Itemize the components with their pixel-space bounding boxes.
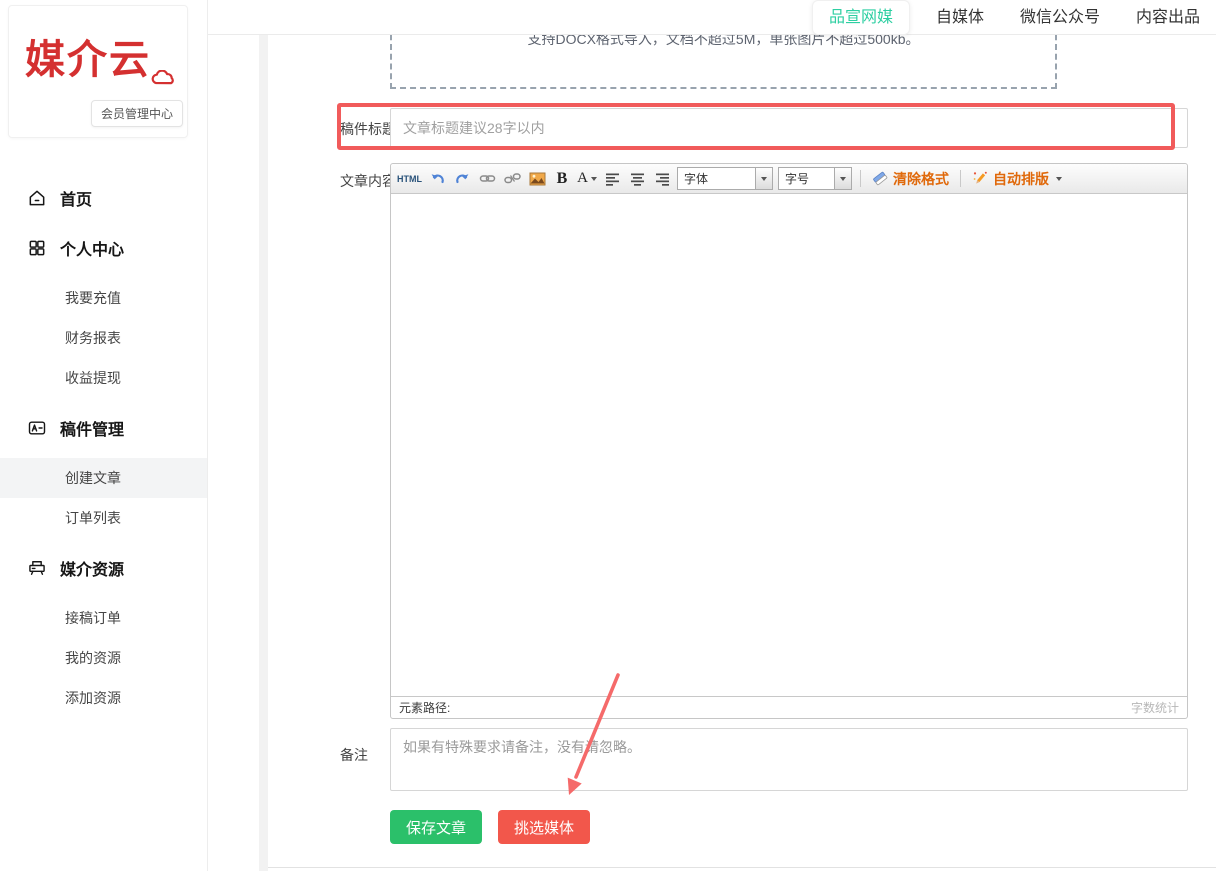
sidebar: 媒介云 会员管理中心 首页 个人中心 我要充值 财务报表 收益提现 稿件管理 创… bbox=[0, 0, 208, 871]
content-card-bottom-border bbox=[268, 867, 1216, 868]
select-arrow-button bbox=[834, 168, 851, 189]
content-field-label: 文章内容 bbox=[340, 171, 396, 191]
brand-logo-card[interactable]: 媒介云 会员管理中心 bbox=[8, 5, 188, 138]
sidebar-item-label: 媒介资源 bbox=[60, 556, 124, 580]
sidebar-item-manuscript-management[interactable]: 稿件管理 bbox=[0, 403, 207, 453]
grid-icon bbox=[26, 237, 48, 259]
sidebar-item-label: 个人中心 bbox=[60, 236, 124, 260]
toolbar-separator bbox=[860, 170, 861, 187]
tab-wechat-official[interactable]: 微信公众号 bbox=[1020, 1, 1100, 34]
insert-image-button[interactable] bbox=[527, 168, 547, 190]
chevron-down-icon bbox=[761, 177, 767, 181]
chevron-down-icon bbox=[840, 177, 846, 181]
member-center-badge: 会员管理中心 bbox=[91, 100, 183, 127]
editor-toolbar: HTML B A 字体 bbox=[391, 164, 1187, 194]
sidebar-item-label: 财务报表 bbox=[65, 328, 121, 348]
upload-dropzone[interactable]: 支持DOCX格式导入，文档不超过5M，单张图片不超过500kb。 bbox=[390, 35, 1057, 89]
undo-button[interactable] bbox=[427, 168, 447, 190]
clear-format-button[interactable]: 清除格式 bbox=[869, 168, 952, 190]
cloud-icon bbox=[151, 70, 177, 86]
image-icon bbox=[529, 172, 546, 186]
redo-icon bbox=[454, 170, 471, 187]
font-size-select[interactable]: 字号 bbox=[778, 167, 852, 190]
word-count-label: 字数统计 bbox=[1131, 699, 1179, 716]
html-label: HTML bbox=[397, 174, 422, 184]
title-input[interactable] bbox=[390, 108, 1188, 148]
brand-logo: 媒介云 bbox=[25, 40, 151, 80]
chevron-down-icon bbox=[1056, 177, 1062, 181]
title-field-label: 稿件标题 bbox=[340, 119, 396, 139]
tab-brand-web-media[interactable]: 品宣网媒 bbox=[812, 0, 910, 35]
tab-self-media[interactable]: 自媒体 bbox=[936, 1, 984, 34]
remark-textarea[interactable] bbox=[390, 728, 1188, 791]
select-arrow-button bbox=[755, 168, 772, 189]
sidebar-item-personal-center[interactable]: 个人中心 bbox=[0, 223, 207, 273]
font-color-glyph: A bbox=[577, 170, 588, 187]
toolbar-separator bbox=[960, 170, 961, 187]
sidebar-item-financial-report[interactable]: 财务报表 bbox=[0, 318, 207, 358]
sidebar-item-label: 首页 bbox=[60, 186, 92, 210]
link-icon bbox=[479, 170, 496, 187]
printer-icon bbox=[26, 557, 48, 579]
html-source-button[interactable]: HTML bbox=[397, 168, 422, 190]
sidebar-item-label: 稿件管理 bbox=[60, 416, 124, 440]
font-family-select[interactable]: 字体 bbox=[677, 167, 773, 190]
sidebar-item-label: 接稿订单 bbox=[65, 608, 121, 628]
sidebar-item-withdraw-income[interactable]: 收益提现 bbox=[0, 358, 207, 398]
align-left-button[interactable] bbox=[602, 168, 622, 190]
auto-format-button[interactable]: 自动排版 bbox=[969, 168, 1065, 190]
font-color-button[interactable]: A bbox=[577, 168, 597, 190]
sidebar-item-create-article[interactable]: 创建文章 bbox=[0, 458, 207, 498]
pick-media-button[interactable]: 挑选媒体 bbox=[498, 810, 590, 844]
align-center-icon bbox=[630, 172, 645, 186]
editor-statusbar: 元素路径: 字数统计 bbox=[391, 696, 1187, 718]
align-left-icon bbox=[605, 172, 620, 186]
eraser-icon bbox=[872, 170, 889, 187]
insert-link-button[interactable] bbox=[477, 168, 497, 190]
tab-content-production[interactable]: 内容出品 bbox=[1136, 1, 1200, 34]
sidebar-item-recharge[interactable]: 我要充值 bbox=[0, 278, 207, 318]
sidebar-item-label: 添加资源 bbox=[65, 688, 121, 708]
sidebar-item-order-list[interactable]: 订单列表 bbox=[0, 498, 207, 538]
sidebar-item-home[interactable]: 首页 bbox=[0, 173, 207, 223]
sidebar-item-my-resources[interactable]: 我的资源 bbox=[0, 638, 207, 678]
channel-tabs: 品宣网媒 自媒体 微信公众号 内容出品 bbox=[812, 0, 1216, 34]
bold-button[interactable]: B bbox=[552, 168, 572, 190]
auto-format-label: 自动排版 bbox=[993, 169, 1049, 189]
redo-button[interactable] bbox=[452, 168, 472, 190]
content-gutter bbox=[259, 35, 268, 871]
remark-field-label: 备注 bbox=[340, 745, 368, 765]
chevron-down-icon bbox=[591, 177, 597, 181]
bold-glyph: B bbox=[557, 170, 568, 188]
upload-dropzone-clip: 支持DOCX格式导入，文档不超过5M，单张图片不超过500kb。 bbox=[389, 35, 1058, 89]
sidebar-item-label: 订单列表 bbox=[65, 508, 121, 528]
font-size-value: 字号 bbox=[779, 170, 834, 187]
rich-text-editor: HTML B A 字体 bbox=[390, 163, 1188, 719]
sidebar-item-media-resources[interactable]: 媒介资源 bbox=[0, 543, 207, 593]
upload-hint-text: 支持DOCX格式导入，文档不超过5M，单张图片不超过500kb。 bbox=[392, 35, 1055, 49]
clear-format-label: 清除格式 bbox=[893, 169, 949, 189]
magic-wand-icon bbox=[972, 170, 989, 187]
editor-canvas[interactable] bbox=[391, 194, 1187, 696]
sidebar-item-label: 创建文章 bbox=[65, 468, 121, 488]
manuscript-icon bbox=[26, 417, 48, 439]
sidebar-item-add-resources[interactable]: 添加资源 bbox=[0, 678, 207, 718]
sidebar-item-label: 我的资源 bbox=[65, 648, 121, 668]
sidebar-item-label: 收益提现 bbox=[65, 368, 121, 388]
unlink-icon bbox=[504, 170, 521, 187]
sidebar-item-accept-orders[interactable]: 接稿订单 bbox=[0, 598, 207, 638]
save-article-button[interactable]: 保存文章 bbox=[390, 810, 482, 844]
font-family-value: 字体 bbox=[678, 170, 755, 187]
element-path-label: 元素路径: bbox=[399, 699, 450, 716]
align-right-icon bbox=[655, 172, 670, 186]
align-right-button[interactable] bbox=[652, 168, 672, 190]
align-center-button[interactable] bbox=[627, 168, 647, 190]
sidebar-item-label: 我要充值 bbox=[65, 288, 121, 308]
undo-icon bbox=[429, 170, 446, 187]
home-icon bbox=[26, 187, 48, 209]
unlink-button[interactable] bbox=[502, 168, 522, 190]
